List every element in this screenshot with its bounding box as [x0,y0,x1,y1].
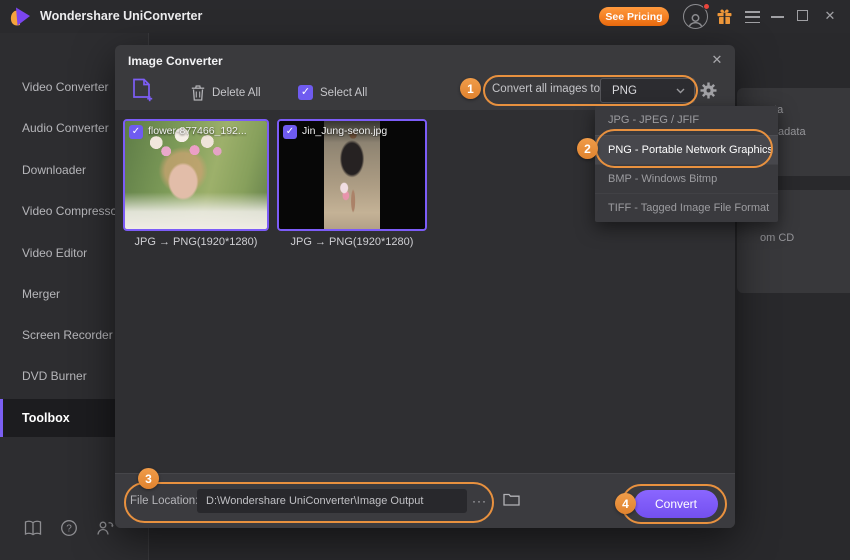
format-dropdown-menu: JPG - JPEG / JFIF PNG - Portable Network… [595,106,778,222]
file-card[interactable]: flower-877466_192... [123,119,269,231]
menu-item-bmp[interactable]: BMP - Windows Bitmp [595,164,778,193]
app-title: Wondershare UniConverter [40,9,202,23]
file-thumbnail-portrait [279,121,425,229]
see-pricing-button[interactable]: See Pricing [599,7,669,26]
dialog-title: Image Converter [128,54,223,68]
file-conversion-label: JPG → PNG(1920*1280) [273,236,431,248]
folder-icon [503,492,520,506]
file-card[interactable]: Jin_Jung-seon.jpg [277,119,427,231]
add-file-icon [132,78,153,102]
app-window: Wondershare UniConverter See Pricing Vid… [0,0,850,560]
help-icon[interactable]: ? [60,519,78,537]
chevron-down-icon [676,88,685,94]
guide-book-icon[interactable] [24,520,42,536]
notification-dot [703,3,710,10]
select-all-control[interactable]: Select All [298,85,367,100]
gift-icon[interactable] [716,8,733,25]
file-thumbnail-flower [125,121,267,229]
convert-button[interactable]: Convert [634,490,718,518]
delete-all-button[interactable]: Delete All [191,85,261,101]
open-folder-button[interactable] [503,492,520,506]
file-checkbox[interactable] [283,125,297,139]
file-name: Jin_Jung-seon.jpg [302,125,387,137]
menu-item-jpg[interactable]: JPG - JPEG / JFIF [595,106,778,135]
background-text-fragment: om CD [760,232,794,244]
select-all-label: Select All [320,87,367,99]
file-conversion-label: JPG → PNG(1920*1280) [115,236,277,248]
uniconverter-logo-icon [8,4,33,29]
close-window-button[interactable] [822,8,838,24]
file-location-input[interactable]: D:\Wondershare UniConverter\Image Output [197,489,467,513]
format-selected-value: PNG [612,85,637,97]
settings-gear-icon[interactable] [700,82,717,99]
file-name: flower-877466_192... [148,125,247,137]
add-file-button[interactable] [132,78,153,102]
svg-text:?: ? [66,524,72,535]
background-text-fragment: tadata [775,126,806,138]
convert-to-label: Convert all images to: [492,83,603,95]
browse-more-button[interactable]: ··· [472,494,487,508]
title-bar: Wondershare UniConverter See Pricing [0,0,850,33]
select-all-checkbox[interactable] [298,85,313,100]
file-location-label: File Location: [130,495,198,507]
dialog-close-button[interactable] [707,50,727,70]
format-select[interactable]: PNG [600,78,695,103]
maximize-button[interactable] [797,10,808,21]
file-checkbox[interactable] [129,125,143,139]
menu-icon[interactable] [745,11,760,23]
minimize-button[interactable] [771,16,784,18]
menu-item-tiff[interactable]: TIFF - Tagged Image File Format [595,193,778,222]
referral-icon[interactable] [96,520,115,536]
menu-item-png[interactable]: PNG - Portable Network Graphics [595,135,778,164]
delete-all-label: Delete All [212,87,261,99]
trash-icon [191,85,205,101]
